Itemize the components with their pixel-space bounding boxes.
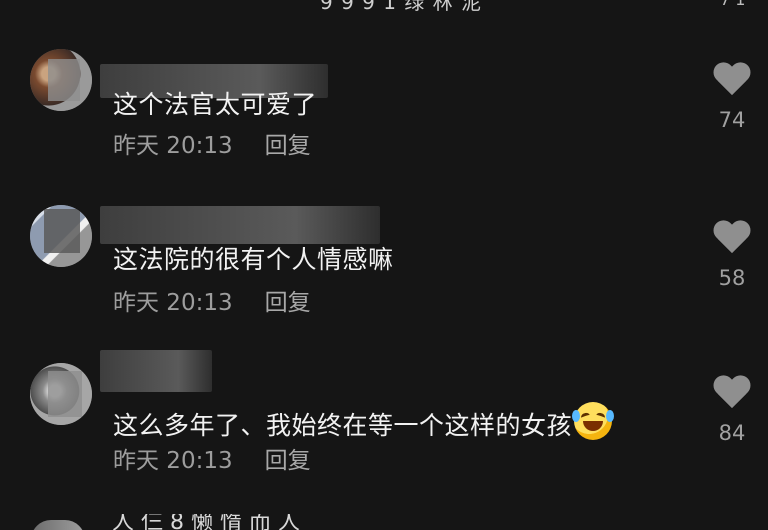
like-count: 58 (718, 266, 746, 290)
comment-time: 昨天 20:13 (113, 448, 233, 474)
laughing-crying-emoji-icon (572, 402, 615, 440)
reply-button[interactable]: 回复 (265, 447, 311, 475)
comment-item: 这个法官太可爱了 昨天 20:13 回复 74 (0, 38, 768, 188)
like-count: 84 (718, 421, 746, 445)
comment-time: 昨天 20:13 (113, 133, 233, 159)
comment-text-content: 这么多年了、我始终在等一个这样的女孩 (113, 411, 573, 440)
comment-meta: 昨天 20:13 回复 (113, 289, 311, 317)
next-comment-partial: 人 仨 8 懒 惰 而 人 (112, 514, 300, 530)
avatar[interactable] (30, 49, 92, 111)
username-blur (100, 206, 380, 244)
comment-text: 这个法官太可爱了 (113, 90, 318, 119)
comment-item: 这法院的很有个人情感嘛 昨天 20:13 回复 58 (0, 197, 768, 347)
like-control[interactable]: 58 (708, 221, 756, 289)
next-avatar-partial[interactable] (31, 520, 85, 530)
username-blur (100, 350, 212, 392)
reply-button[interactable]: 回复 (265, 289, 311, 317)
avatar-mosaic (48, 371, 82, 417)
avatar-mosaic (44, 209, 80, 253)
top-truncated-header: 9 9 9 1 绿 林 泥 (320, 0, 483, 14)
top-truncated-count: 7 1 (720, 0, 746, 9)
comment-time: 昨天 20:13 (113, 290, 233, 316)
heart-icon[interactable] (712, 221, 752, 257)
like-control[interactable]: 84 (708, 376, 756, 444)
comment-text: 这么多年了、我始终在等一个这样的女孩 (113, 402, 615, 441)
like-count: 74 (718, 108, 746, 132)
avatar-mosaic (48, 59, 80, 101)
comment-item: 这么多年了、我始终在等一个这样的女孩 昨天 20:13 回复 84 (0, 350, 768, 502)
reply-button[interactable]: 回复 (265, 132, 311, 160)
avatar[interactable] (30, 363, 92, 425)
comment-meta: 昨天 20:13 回复 (113, 132, 311, 160)
comment-meta: 昨天 20:13 回复 (113, 447, 311, 475)
comment-list-screen: 9 9 9 1 绿 林 泥 7 1 这个法官太可爱了 昨天 20:13 回复 7… (0, 0, 768, 530)
comment-text: 这法院的很有个人情感嘛 (113, 245, 394, 274)
heart-icon[interactable] (712, 376, 752, 412)
like-control[interactable]: 74 (708, 63, 756, 131)
heart-icon[interactable] (712, 63, 752, 99)
avatar[interactable] (30, 205, 92, 267)
